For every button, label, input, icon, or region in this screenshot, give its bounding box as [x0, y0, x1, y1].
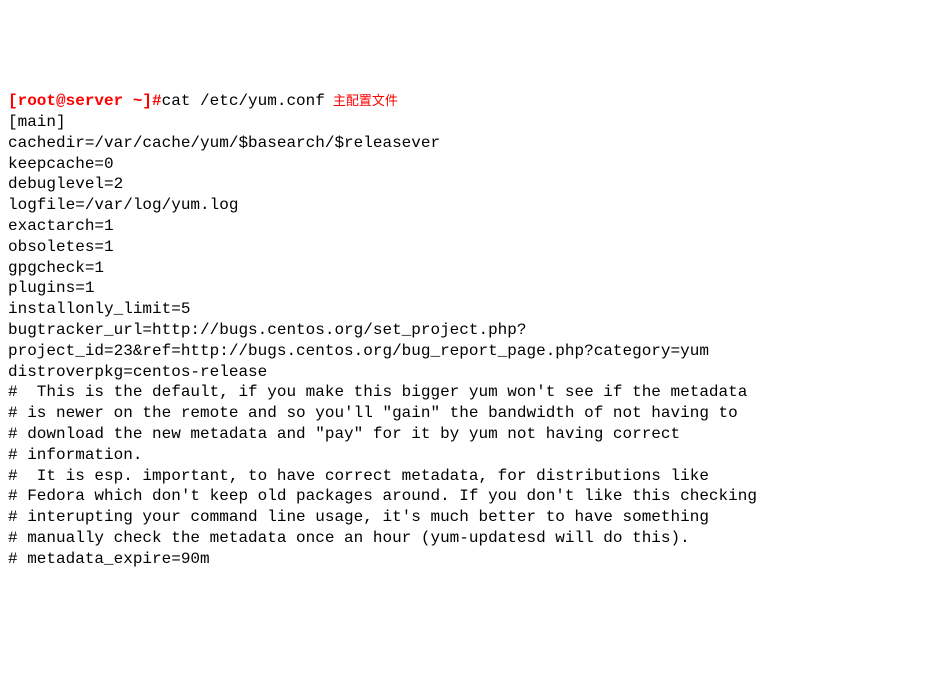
- config-line: installonly_limit=5: [8, 299, 943, 320]
- comment-line: # information.: [8, 445, 943, 466]
- file-annotation: 主配置文件: [333, 94, 398, 109]
- comment-line: # It is esp. important, to have correct …: [8, 466, 943, 487]
- config-line: bugtracker_url=http://bugs.centos.org/se…: [8, 320, 943, 362]
- config-line: cachedir=/var/cache/yum/$basearch/$relea…: [8, 133, 943, 154]
- prompt-line: [root@server ~]#cat /etc/yum.conf 主配置文件: [8, 91, 943, 112]
- config-line: debuglevel=2: [8, 174, 943, 195]
- config-line: gpgcheck=1: [8, 258, 943, 279]
- config-line: plugins=1: [8, 278, 943, 299]
- config-line: obsoletes=1: [8, 237, 943, 258]
- comment-line: # download the new metadata and "pay" fo…: [8, 424, 943, 445]
- config-line: distroverpkg=centos-release: [8, 362, 943, 383]
- shell-command: cat /etc/yum.conf: [162, 92, 325, 110]
- comment-line: # manually check the metadata once an ho…: [8, 528, 943, 549]
- comment-line: # This is the default, if you make this …: [8, 382, 943, 403]
- config-line: logfile=/var/log/yum.log: [8, 195, 943, 216]
- config-line: exactarch=1: [8, 216, 943, 237]
- config-line: [main]: [8, 112, 943, 133]
- terminal-output: [root@server ~]#cat /etc/yum.conf 主配置文件 [m…: [8, 91, 943, 569]
- comment-line: # is newer on the remote and so you'll "…: [8, 403, 943, 424]
- shell-prompt: [root@server ~]#: [8, 92, 162, 110]
- comment-line: # interupting your command line usage, i…: [8, 507, 943, 528]
- config-line: keepcache=0: [8, 154, 943, 175]
- comment-line: # metadata_expire=90m: [8, 549, 943, 570]
- comment-line: # Fedora which don't keep old packages a…: [8, 486, 943, 507]
